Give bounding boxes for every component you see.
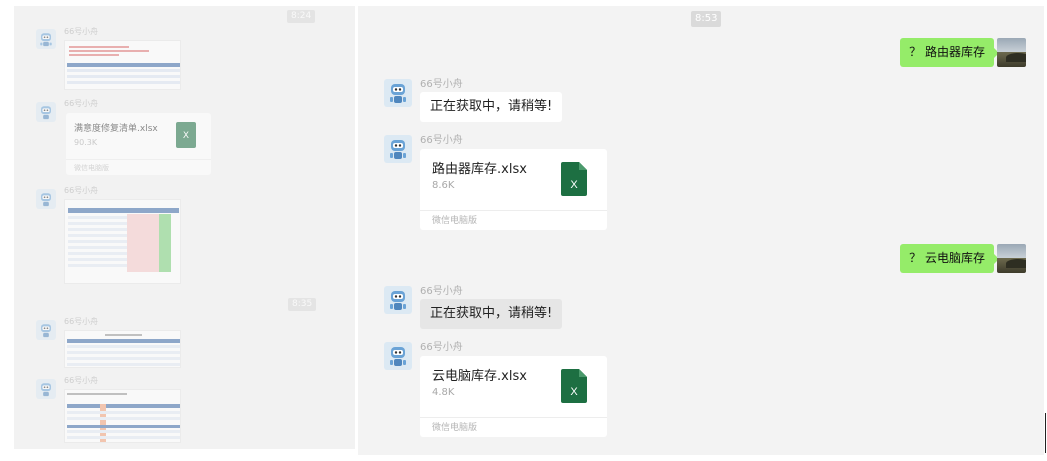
file-message-card[interactable]: 云电脑库存.xlsx 4.8K X 微信电脑版 — [420, 356, 607, 437]
spreadsheet-image-thumbnail[interactable] — [64, 389, 181, 443]
sender-name: 66号小舟 — [64, 99, 99, 108]
robot-avatar-icon[interactable] — [384, 135, 412, 163]
robot-avatar-icon[interactable] — [384, 342, 412, 370]
excel-file-icon: X — [561, 162, 587, 196]
sender-name: 66号小舟 — [64, 317, 99, 326]
file-source-label: 微信电脑版 — [420, 417, 607, 437]
sender-name: 66号小舟 — [420, 286, 463, 297]
robot-avatar-icon[interactable] — [36, 29, 56, 49]
robot-avatar-icon[interactable] — [36, 320, 56, 340]
timestamp: 8:35 — [288, 298, 317, 311]
file-source-label: 微信电脑版 — [420, 210, 607, 230]
sender-name: 66号小舟 — [64, 27, 99, 36]
robot-avatar-icon[interactable] — [384, 286, 412, 314]
file-name: 满意度修复清单.xlsx — [74, 124, 158, 134]
timestamp: 8:53 — [691, 11, 722, 27]
spreadsheet-image-thumbnail[interactable] — [64, 199, 181, 284]
sender-name: 66号小舟 — [64, 186, 99, 195]
bot-message-bubble[interactable]: 正在获取中，请稍等! — [420, 92, 563, 122]
spreadsheet-image-thumbnail[interactable] — [64, 40, 181, 90]
file-size: 90.3K — [74, 138, 98, 147]
file-size: 8.6K — [432, 180, 455, 191]
sender-name: 66号小舟 — [64, 376, 99, 385]
file-size: 4.8K — [432, 387, 455, 398]
robot-avatar-icon[interactable] — [36, 379, 56, 399]
sender-name: 66号小舟 — [420, 79, 463, 90]
chat-pane: 8:53 ？ 路由器库存 66号小舟 正在获取中，请稍等! 66号小舟 路由器库… — [358, 6, 1044, 455]
left-chat-pane: 8:24 66号小舟 66号小舟 满意度修复清单.xlsx 90.3K X 微信… — [14, 6, 355, 449]
text-cursor — [1045, 413, 1046, 453]
my-avatar[interactable] — [997, 38, 1026, 67]
excel-icon-letter: X — [570, 386, 578, 398]
sender-name: 66号小舟 — [420, 135, 463, 146]
file-name: 路由器库存.xlsx — [432, 162, 527, 177]
timestamp: 8:24 — [287, 10, 316, 23]
file-name: 云电脑库存.xlsx — [432, 369, 527, 384]
file-message-card[interactable]: 路由器库存.xlsx 8.6K X 微信电脑版 — [420, 149, 607, 230]
file-message-card[interactable]: 满意度修复清单.xlsx 90.3K X 微信电脑版 — [66, 113, 211, 175]
excel-file-icon: X — [176, 122, 196, 148]
robot-avatar-icon[interactable] — [384, 79, 412, 107]
sender-name: 66号小舟 — [420, 342, 463, 353]
spreadsheet-image-thumbnail[interactable] — [64, 330, 181, 368]
bot-message-bubble[interactable]: 正在获取中，请稍等! — [420, 299, 563, 329]
my-message-bubble[interactable]: ？ 路由器库存 — [900, 38, 999, 67]
file-source-label: 微信电脑版 — [66, 159, 211, 176]
robot-avatar-icon[interactable] — [36, 189, 56, 209]
robot-avatar-icon[interactable] — [36, 102, 56, 122]
excel-file-icon: X — [561, 369, 587, 403]
my-message-bubble[interactable]: ？ 云电脑库存 — [900, 244, 999, 273]
my-avatar[interactable] — [997, 244, 1026, 273]
excel-icon-letter: X — [570, 179, 578, 191]
